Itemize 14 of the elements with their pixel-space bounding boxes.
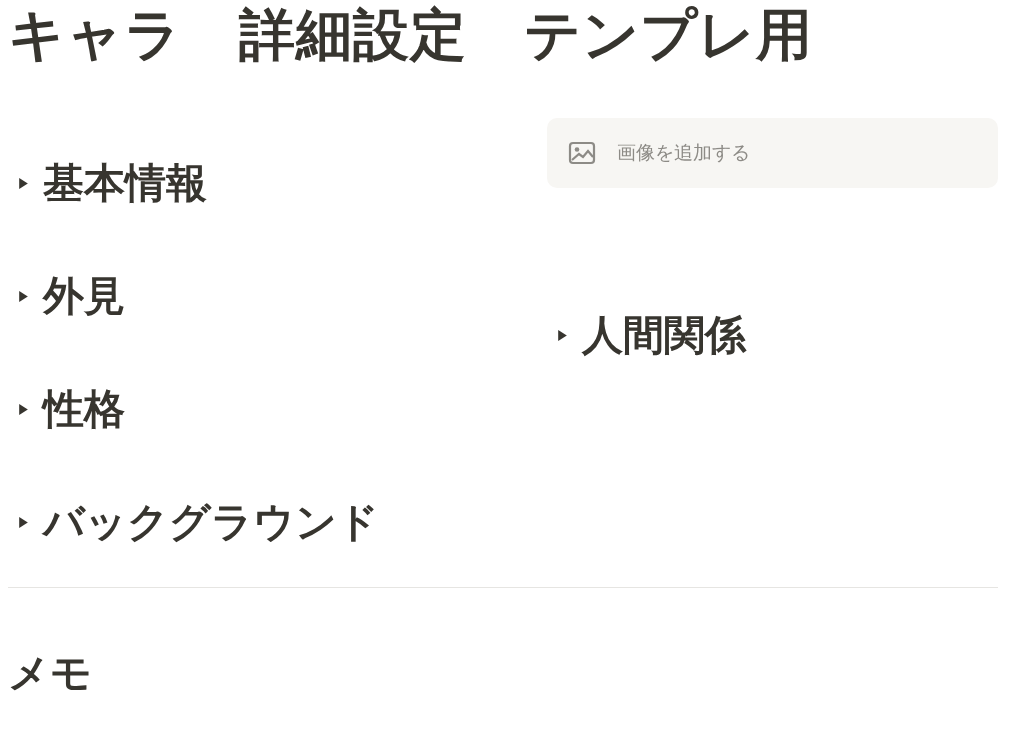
toggle-heading: 性格: [43, 384, 125, 435]
memo-heading: メモ: [8, 648, 93, 698]
toggle-triangle-icon[interactable]: [18, 290, 29, 303]
toggle-heading: 人間関係: [582, 310, 746, 361]
toggle-heading: 基本情報: [43, 158, 207, 209]
image-icon: [568, 141, 596, 165]
toggle-triangle-icon[interactable]: [18, 516, 29, 529]
toggle-triangle-icon[interactable]: [557, 329, 568, 342]
add-image-button[interactable]: 画像を追加する: [547, 118, 998, 188]
toggle-triangle-icon[interactable]: [18, 403, 29, 416]
toggle-heading: バックグラウンド: [43, 497, 379, 548]
toggle-heading: 外見: [43, 271, 125, 322]
toggle-triangle-icon[interactable]: [18, 177, 29, 190]
page-title: キャラ 詳細設定 テンプレ用: [8, 1, 814, 69]
